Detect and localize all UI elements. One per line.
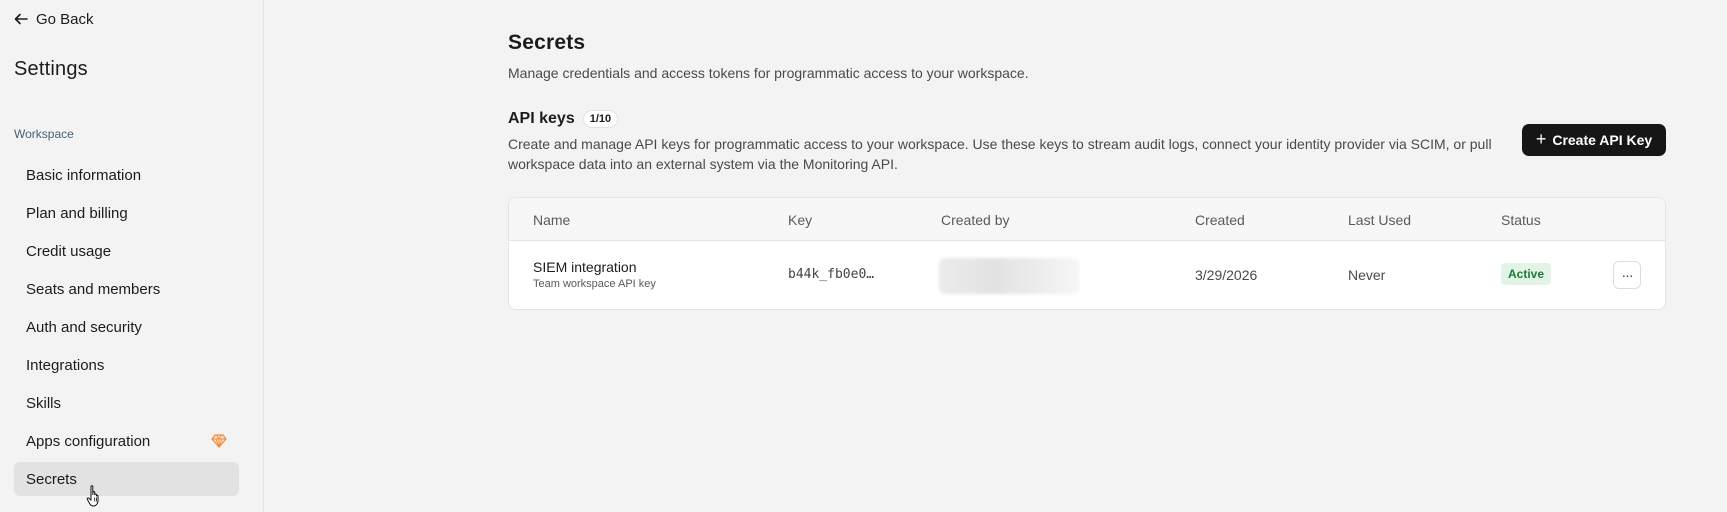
last-used: Never <box>1348 267 1386 283</box>
sidebar-item-plan-and-billing[interactable]: Plan and billing <box>14 196 239 230</box>
sidebar-item-label: Secrets <box>26 470 77 488</box>
sidebar-item-apps-configuration[interactable]: Apps configuration <box>14 424 239 458</box>
column-header-key: Key <box>788 212 813 228</box>
page-title: Secrets <box>508 31 586 54</box>
sidebar-item-skills[interactable]: Skills <box>14 386 239 420</box>
sidebar-title: Settings <box>14 58 88 80</box>
sidebar-item-label: Credit usage <box>26 242 112 260</box>
column-header-name: Name <box>533 212 571 228</box>
table-row[interactable]: SIEM integration Team workspace API key … <box>509 241 1665 309</box>
sidebar-item-auth-and-security[interactable]: Auth and security <box>14 310 239 344</box>
plus-icon: + <box>1535 129 1547 149</box>
status-badge: Active <box>1501 263 1552 285</box>
hand-pointer-cursor-icon <box>86 485 99 507</box>
go-back-link[interactable]: Go Back <box>14 9 94 29</box>
row-more-options-button[interactable]: ··· <box>1613 261 1641 289</box>
page-description: Manage credentials and access tokens for… <box>508 65 1029 81</box>
sidebar-item-label: Seats and members <box>26 280 161 298</box>
sidebar-item-label: Plan and billing <box>26 204 128 222</box>
gem-icon <box>211 434 227 449</box>
api-keys-count-badge: 1/10 <box>582 110 619 128</box>
create-api-key-button[interactable]: + Create API Key <box>1522 124 1666 156</box>
api-keys-description: Create and manage API keys for programma… <box>508 136 1492 172</box>
sidebar-item-label: Skills <box>26 394 62 412</box>
more-horizontal-icon: ··· <box>1621 267 1634 283</box>
sidebar-item-integrations[interactable]: Integrations <box>14 348 239 382</box>
api-keys-heading: API keys <box>508 110 575 127</box>
sidebar-nav: Basic information Plan and billing Credi… <box>14 158 239 500</box>
key-name-cell: SIEM integration Team workspace API key <box>533 259 656 290</box>
sidebar-item-credit-usage[interactable]: Credit usage <box>14 234 239 268</box>
sidebar-item-seats-and-members[interactable]: Seats and members <box>14 272 239 306</box>
api-keys-header: API keys 1/10 <box>508 110 619 128</box>
column-header-status: Status <box>1501 212 1541 228</box>
sidebar-item-label: Apps configuration <box>26 432 151 450</box>
sidebar-item-secrets[interactable]: Secrets <box>14 462 239 496</box>
sidebar-item-label: Integrations <box>26 356 105 374</box>
settings-sidebar: Go Back Settings Workspace Basic informa… <box>0 0 264 512</box>
table-header: Name Key Created by Created Last Used St… <box>509 198 1665 241</box>
column-header-last-used: Last Used <box>1348 212 1412 228</box>
key-value: b44k_fb0e0… <box>788 267 875 282</box>
created-date: 3/29/2026 <box>1195 267 1258 283</box>
go-back-label: Go Back <box>36 10 94 28</box>
arrow-left-icon <box>14 13 28 25</box>
sidebar-item-basic-information[interactable]: Basic information <box>14 158 239 192</box>
sidebar-item-label: Basic information <box>26 166 142 184</box>
key-name: SIEM integration <box>533 259 637 275</box>
sidebar-section-workspace: Workspace <box>14 127 74 141</box>
created-by-blurred-avatar <box>939 258 1079 294</box>
key-subtitle: Team workspace API key <box>533 278 656 290</box>
column-header-created: Created <box>1195 212 1245 228</box>
sidebar-item-label: Auth and security <box>26 318 142 336</box>
api-keys-table: Name Key Created by Created Last Used St… <box>508 197 1666 310</box>
column-header-created-by: Created by <box>941 212 1010 228</box>
create-api-key-label: Create API Key <box>1552 132 1653 148</box>
